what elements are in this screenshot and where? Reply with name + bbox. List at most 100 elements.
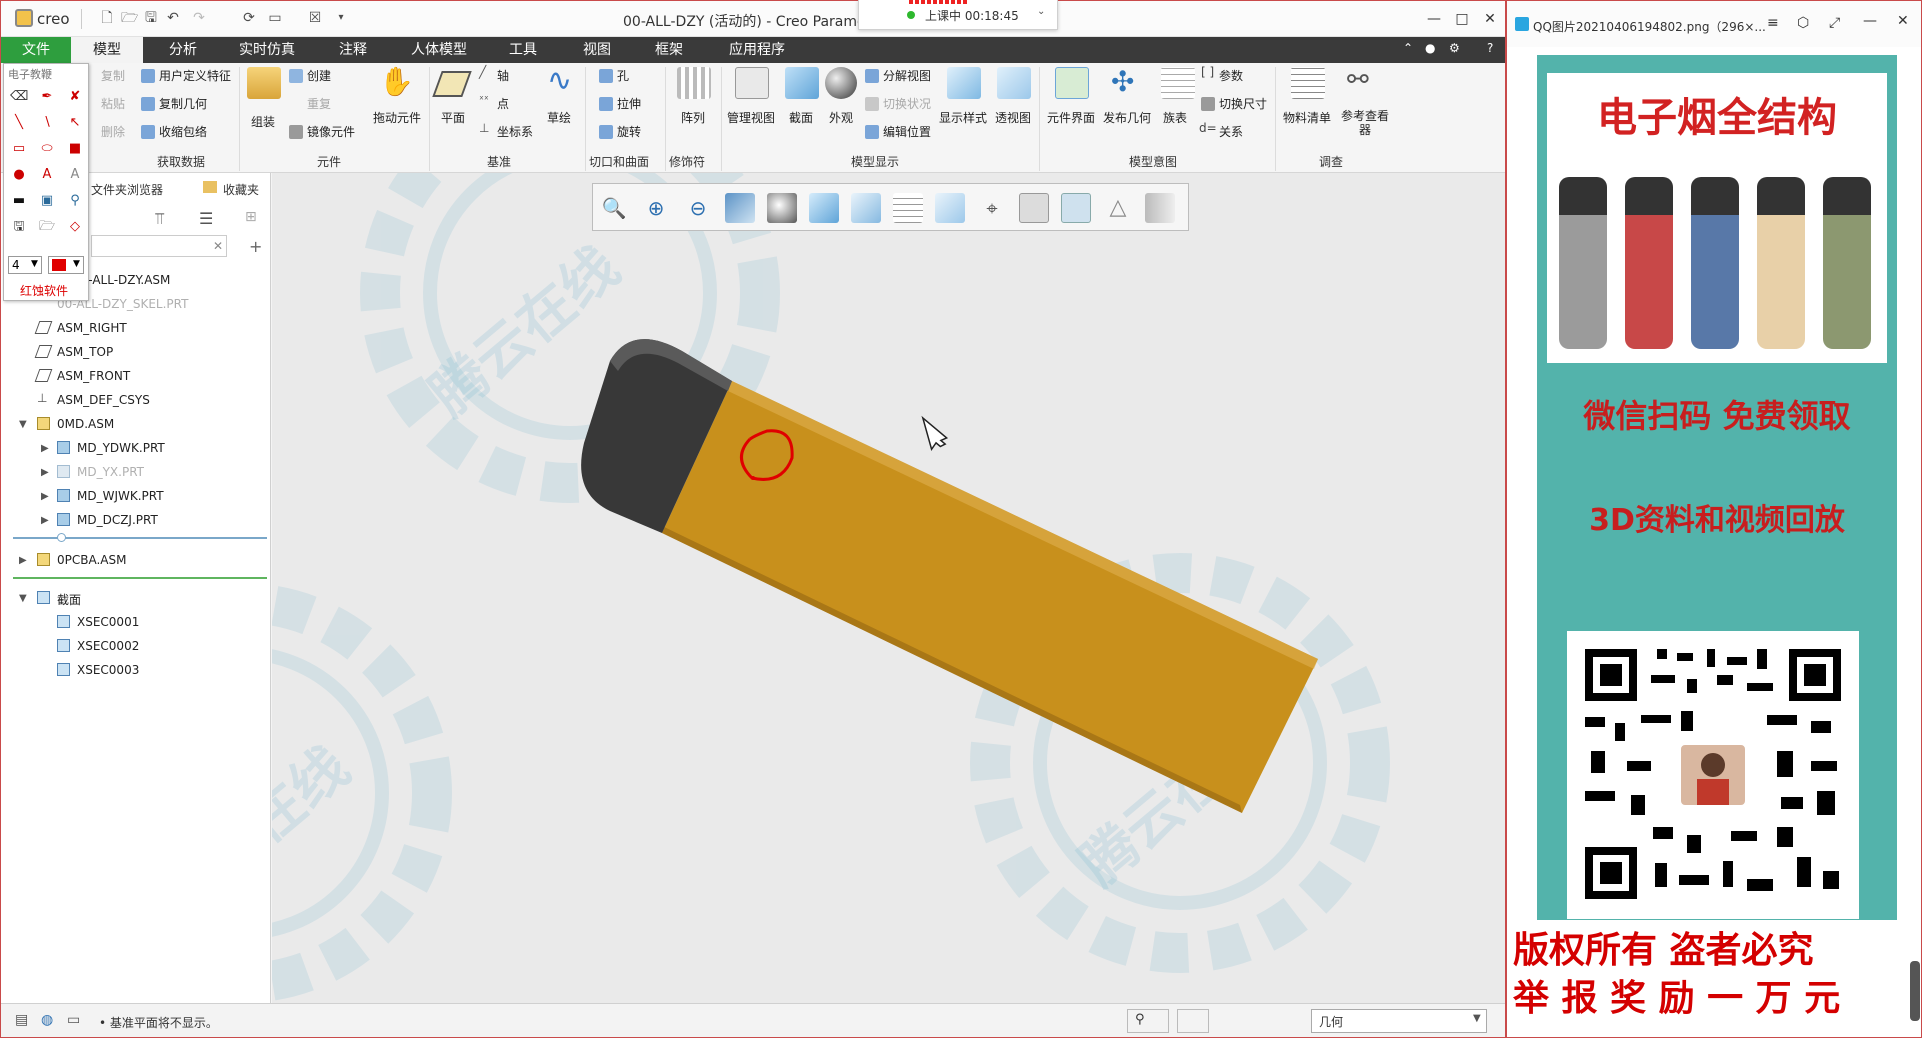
expand-arrow-icon[interactable]: ▶ (41, 515, 49, 526)
save-icon[interactable]: 🖫 (143, 10, 159, 26)
annotation-display-icon[interactable] (1019, 193, 1049, 223)
pen-size-select[interactable]: 4 ▼ (8, 256, 42, 274)
group-label-get-data[interactable]: 获取数据 (157, 153, 205, 170)
tab-applications[interactable]: 应用程序 (721, 37, 793, 63)
zoom-in-icon[interactable]: ⊕ (641, 193, 671, 223)
insert-handle-icon[interactable] (57, 533, 66, 542)
plane-label[interactable]: 平面 (441, 109, 465, 126)
appearance-gallery-icon[interactable] (1145, 193, 1175, 223)
assemble-label[interactable]: 组装 (251, 113, 275, 130)
repaint-icon[interactable] (725, 193, 755, 223)
revolve-label[interactable]: 旋转 (617, 123, 641, 140)
tree-display-icon[interactable]: ☰ (199, 209, 213, 228)
fullscreen-icon[interactable]: ▭ (67, 1012, 80, 1028)
display-style-label[interactable]: 显示样式 (939, 109, 987, 126)
tree-item-md-dczj[interactable]: MD_DCZJ.PRT (77, 513, 158, 527)
tree-item-sections[interactable]: 截面 (57, 591, 81, 608)
group-label-components[interactable]: 元件 (317, 153, 341, 170)
community-icon[interactable]: ● (1425, 41, 1435, 55)
tree-search-input[interactable] (91, 235, 227, 257)
view-manager-icon[interactable] (851, 193, 881, 223)
tree-filter-icon[interactable]: ⊞ (245, 209, 257, 225)
text-icon[interactable]: A (38, 166, 56, 184)
arrow-icon[interactable]: ↖ (66, 114, 84, 132)
csys-label[interactable]: 坐标系 (497, 123, 533, 140)
open-icon[interactable]: 🗁 (38, 218, 56, 236)
manage-views-label[interactable]: 管理视图 (727, 109, 775, 126)
insert-marker[interactable] (13, 537, 267, 539)
font-size-icon[interactable]: A (66, 166, 84, 184)
close-window-icon[interactable]: ☒ (307, 10, 323, 26)
explode-view-label[interactable]: 分解视图 (883, 67, 931, 84)
tab-folder-browser[interactable]: 文件夹浏览器 (91, 181, 163, 198)
component-interface-label[interactable]: 元件界面 (1047, 109, 1095, 126)
marker-icon[interactable]: ╲ (10, 114, 28, 132)
windows-icon[interactable]: ▭ (267, 10, 283, 26)
family-table-label[interactable]: 族表 (1163, 109, 1187, 126)
close-icon[interactable]: ✕ (1897, 13, 1909, 29)
zoom-out-icon[interactable]: ⊖ (683, 193, 713, 223)
clear-icon[interactable]: ✘ (66, 88, 84, 106)
class-timer[interactable]: 上课中 00:18:45 ⌄ (858, 0, 1058, 30)
expand-arrow-icon[interactable]: ▶ (41, 467, 49, 478)
group-label-model-intent[interactable]: 模型意图 (1129, 153, 1177, 170)
group-label-investigate[interactable]: 调查 (1319, 153, 1343, 170)
tree-item-0pcba[interactable]: 0PCBA.ASM (57, 553, 126, 567)
magnifier-icon[interactable]: ⚲ (66, 192, 84, 210)
eraser-icon[interactable]: ⌫ (10, 88, 28, 106)
ink-color-select[interactable]: ▼ (48, 256, 84, 274)
shape-icon[interactable]: ◇ (66, 218, 84, 236)
switch-dims-label[interactable]: 切换尺寸 (1219, 95, 1267, 112)
tree-item-xsec3[interactable]: XSEC0003 (77, 663, 139, 677)
tree-item-asm-right[interactable]: ASM_RIGHT (57, 321, 127, 335)
saved-views-icon[interactable] (809, 193, 839, 223)
pin-icon[interactable]: ⬡ (1797, 15, 1809, 31)
expand-arrow-icon[interactable]: ▼ (19, 419, 27, 430)
relations-label[interactable]: 关系 (1219, 123, 1243, 140)
sketch-label[interactable]: 草绘 (547, 109, 571, 126)
maximize-icon[interactable]: □ (1450, 9, 1474, 29)
tree-item-0md[interactable]: 0MD.ASM (57, 417, 114, 431)
tab-tools[interactable]: 工具 (501, 37, 545, 63)
expand-arrow-icon[interactable]: ▶ (41, 491, 49, 502)
rectangle-icon[interactable]: ▭ (10, 140, 28, 158)
group-label-model-display[interactable]: 模型显示 (851, 153, 899, 170)
group-label-cut-surface[interactable]: 切口和曲面 (589, 153, 649, 170)
ribbon-shrinkwrap[interactable]: 收缩包络 (159, 123, 207, 140)
drag-component-label[interactable]: 拖动元件 (373, 109, 421, 126)
tree-item-asm-top[interactable]: ASM_TOP (57, 345, 113, 359)
bom-label[interactable]: 物料清单 (1283, 109, 1331, 126)
filled-rect-icon[interactable]: ■ (66, 140, 84, 158)
group-label-datum[interactable]: 基准 (487, 153, 511, 170)
publish-geometry-label[interactable]: 发布几何 (1103, 109, 1151, 126)
expand-arrow-icon[interactable]: ▶ (19, 555, 27, 566)
pattern-label[interactable]: 阵列 (681, 109, 705, 126)
tab-annotate[interactable]: 注释 (331, 37, 375, 63)
help-icon[interactable]: ? (1487, 41, 1493, 55)
minimize-icon[interactable]: — (1863, 13, 1877, 29)
clear-search-icon[interactable]: ✕ (213, 239, 223, 253)
graphics-viewport[interactable]: 腾云在线 腾云在线 腾云在线 (272, 173, 1505, 1003)
ecig-model[interactable] (581, 339, 1318, 813)
fullscreen-icon[interactable]: ⤢ (1829, 15, 1840, 31)
repeat-label[interactable]: 重复 (307, 95, 331, 112)
find-button[interactable] (1127, 1009, 1169, 1033)
minimize-icon[interactable]: — (1422, 9, 1446, 29)
ribbon-delete[interactable]: 删除 (101, 123, 125, 140)
refit-icon[interactable]: 🔍 (599, 193, 629, 223)
qat-customize-icon[interactable]: ▾ (333, 10, 349, 26)
tree-settings-icon[interactable]: ⫪ (155, 209, 164, 229)
blackboard-icon[interactable]: ▬ (10, 192, 28, 210)
menu-icon[interactable]: ≡ (1767, 15, 1779, 31)
view-normal-icon[interactable]: △ (1103, 193, 1133, 223)
ribbon-udf[interactable]: 用户定义特征 (159, 67, 231, 84)
collapse-ribbon-icon[interactable]: ⌃ (1403, 41, 1413, 55)
viewer-scrollbar[interactable] (1910, 961, 1920, 1021)
section-label[interactable]: 截面 (789, 109, 813, 126)
point-label[interactable]: 点 (497, 95, 509, 112)
mirror-label[interactable]: 镜像元件 (307, 123, 355, 140)
expand-arrow-icon[interactable]: ▶ (41, 443, 49, 454)
regenerate-icon[interactable]: ⟳ (241, 10, 257, 26)
create-label[interactable]: 创建 (307, 67, 331, 84)
tab-analysis[interactable]: 分析 (161, 37, 205, 63)
